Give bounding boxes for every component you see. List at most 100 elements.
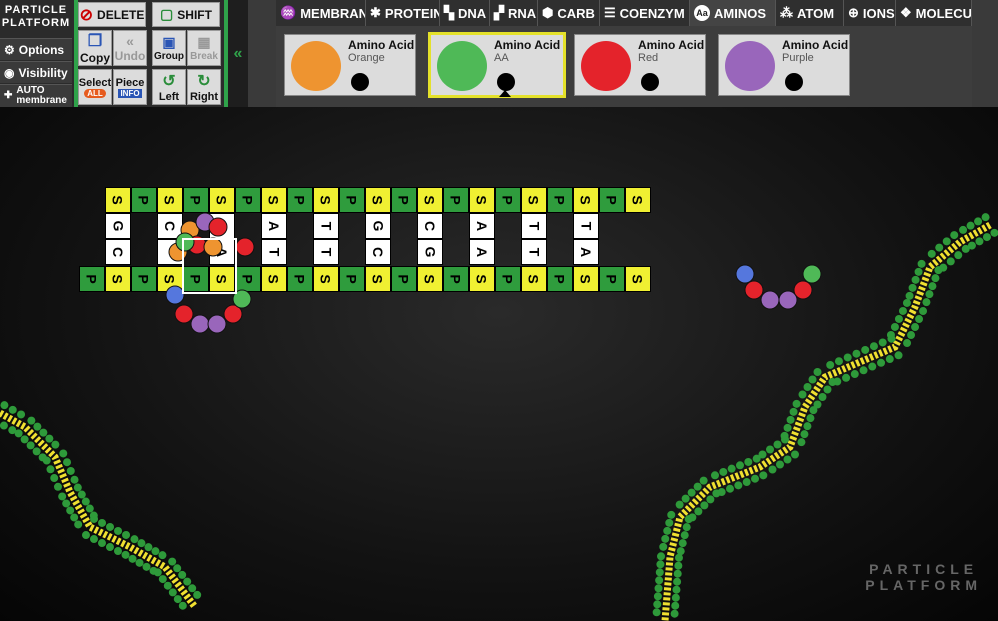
tab-rna[interactable]: ▞ RNA bbox=[490, 0, 538, 26]
piece-badge: INFO bbox=[118, 88, 142, 98]
charge-dot-icon bbox=[641, 73, 659, 91]
palette-card-aa[interactable]: Amino Acid AA bbox=[428, 32, 566, 98]
red-amino-swatch bbox=[581, 41, 631, 91]
palette-card-orange[interactable]: Amino Acid Orange bbox=[284, 34, 416, 96]
copy-button[interactable]: ❐ Copy bbox=[78, 30, 112, 66]
purple-amino-swatch bbox=[725, 41, 775, 91]
amino-acid-bead[interactable] bbox=[802, 264, 822, 284]
rotate-right-button[interactable]: ↻ Right bbox=[187, 69, 221, 105]
tab-membrane[interactable]: ♒ MEMBRAN bbox=[276, 0, 366, 26]
charge-dot-icon bbox=[351, 73, 369, 91]
card-title: Amino Acid bbox=[782, 38, 849, 52]
tab-spacer bbox=[248, 0, 276, 107]
undo-label: Undo bbox=[114, 49, 146, 63]
tab-aminos[interactable]: Aa AMINOS bbox=[690, 0, 776, 26]
card-subtitle: AA bbox=[494, 52, 509, 64]
visibility-label: Visibility bbox=[18, 65, 68, 80]
plus-icon: ✚ bbox=[4, 90, 13, 101]
tab-dna[interactable]: ▚ DNA bbox=[440, 0, 490, 26]
auto-label: AUTO membrane bbox=[16, 86, 67, 106]
tab-label: MEMBRAN bbox=[300, 5, 366, 21]
logo-line1: PARTICLE bbox=[4, 4, 68, 16]
left-label: Left bbox=[158, 91, 180, 103]
amino-acid-bead[interactable] bbox=[174, 304, 194, 324]
simulation-canvas[interactable]: SPSPSPSPSPSPSPSPSPSPSGCATGCATTCATTCGATAP… bbox=[0, 107, 998, 621]
orange-amino-swatch bbox=[291, 41, 341, 91]
piece-info-button[interactable]: Piece INFO bbox=[113, 69, 147, 105]
rna-icon: ▞ bbox=[494, 5, 504, 20]
options-button[interactable]: ⚙ Options bbox=[0, 38, 72, 60]
tab-coenzyme[interactable]: ☰ COENZYM bbox=[600, 0, 690, 26]
tab-carb[interactable]: ⬢ CARB bbox=[538, 0, 600, 26]
tab-label: DNA bbox=[458, 5, 487, 21]
charge-dot-icon bbox=[785, 73, 803, 91]
card-title: Amino Acid bbox=[494, 38, 561, 52]
double-chevron-left-icon: « bbox=[233, 44, 243, 62]
rotate-right-icon: ↻ bbox=[197, 73, 211, 90]
palette-card-red[interactable]: Amino Acid Red bbox=[574, 34, 706, 96]
logo-line2: PLATFORM bbox=[1, 17, 71, 29]
watermark-line1: PARTICLE bbox=[869, 561, 979, 577]
amino-acid-bead[interactable] bbox=[203, 237, 223, 257]
watermark-line2: PLATFORM bbox=[865, 577, 982, 593]
amino-acid-bead[interactable] bbox=[207, 314, 227, 334]
coenzyme-icon: ☰ bbox=[604, 5, 616, 20]
aminos-icon: Aa bbox=[694, 5, 710, 21]
options-label: Options bbox=[18, 42, 65, 57]
visibility-button[interactable]: ◉ Visibility bbox=[0, 61, 72, 83]
select-label: Select bbox=[78, 76, 112, 89]
amino-acid-bead[interactable] bbox=[208, 217, 228, 237]
tab-spacer bbox=[972, 0, 998, 107]
delete-button[interactable]: ⊘ DELETE bbox=[78, 2, 146, 27]
tab-protein[interactable]: ✱ PROTEIN bbox=[366, 0, 440, 26]
card-title: Amino Acid bbox=[348, 38, 415, 52]
green-amino-swatch bbox=[437, 41, 487, 91]
card-subtitle: Red bbox=[638, 52, 659, 64]
rotate-left-button[interactable]: ↺ Left bbox=[152, 69, 186, 105]
delete-label: DELETE bbox=[97, 7, 145, 22]
select-badge: ALL bbox=[84, 88, 106, 98]
molecule-icon: ❖ bbox=[900, 5, 912, 20]
group-icon: ▣ bbox=[162, 34, 176, 50]
tab-label: PROTEIN bbox=[384, 5, 440, 21]
amino-acid-bead[interactable] bbox=[235, 237, 255, 257]
collapse-toggle[interactable]: « bbox=[228, 0, 248, 107]
caret-up-icon bbox=[499, 90, 511, 97]
undo-button[interactable]: «Undo bbox=[113, 30, 147, 66]
protein-icon: ✱ bbox=[370, 5, 381, 20]
watermark-logo: PARTICLE PLATFORM bbox=[865, 561, 982, 593]
auto-membrane-button[interactable]: ✚ AUTO membrane bbox=[0, 84, 72, 107]
atom-icon: ⁂ bbox=[780, 5, 793, 20]
copy-label: Copy bbox=[80, 51, 110, 65]
tab-label: COENZYM bbox=[619, 5, 685, 21]
right-label: Right bbox=[189, 91, 219, 103]
amino-acid-bead[interactable] bbox=[165, 285, 185, 305]
break-button[interactable]: ▦ Break bbox=[187, 30, 221, 66]
shift-button[interactable]: ▢ SHIFT bbox=[152, 2, 220, 27]
copy-icon: ❐ bbox=[87, 33, 103, 50]
carb-icon: ⬢ bbox=[542, 5, 554, 20]
card-subtitle: Purple bbox=[782, 52, 814, 64]
card-title: Amino Acid bbox=[638, 38, 705, 52]
tab-molecule[interactable]: ❖ MOLECU bbox=[896, 0, 972, 26]
amino-acid-bead[interactable] bbox=[793, 280, 813, 300]
charge-dot-icon bbox=[497, 73, 515, 91]
amino-acid-bead[interactable] bbox=[175, 232, 195, 252]
palette-card-purple[interactable]: Amino Acid Purple bbox=[718, 34, 850, 96]
amino-acid-bead[interactable] bbox=[190, 314, 210, 334]
amino-acid-bead[interactable] bbox=[760, 290, 780, 310]
tab-atom[interactable]: ⁂ ATOM bbox=[776, 0, 844, 26]
toolbar: PARTICLE PLATFORM ⚙ Options ◉ Visibility ✚… bbox=[0, 0, 998, 107]
select-all-button[interactable]: Select ALL bbox=[78, 69, 112, 105]
gear-icon: ⚙ bbox=[4, 42, 15, 57]
dna-icon: ▚ bbox=[444, 5, 454, 20]
amino-acid-bead[interactable] bbox=[744, 280, 764, 300]
amino-chain-layer[interactable] bbox=[0, 107, 998, 621]
amino-acid-bead[interactable] bbox=[735, 264, 755, 284]
tab-label: ATOM bbox=[797, 5, 835, 21]
group-button[interactable]: ▣ Group bbox=[152, 30, 186, 66]
break-label: Break bbox=[190, 51, 218, 62]
app-logo: PARTICLE PLATFORM bbox=[0, 0, 72, 36]
group-label: Group bbox=[154, 51, 184, 62]
tab-ions[interactable]: ⊕ IONS bbox=[844, 0, 896, 26]
